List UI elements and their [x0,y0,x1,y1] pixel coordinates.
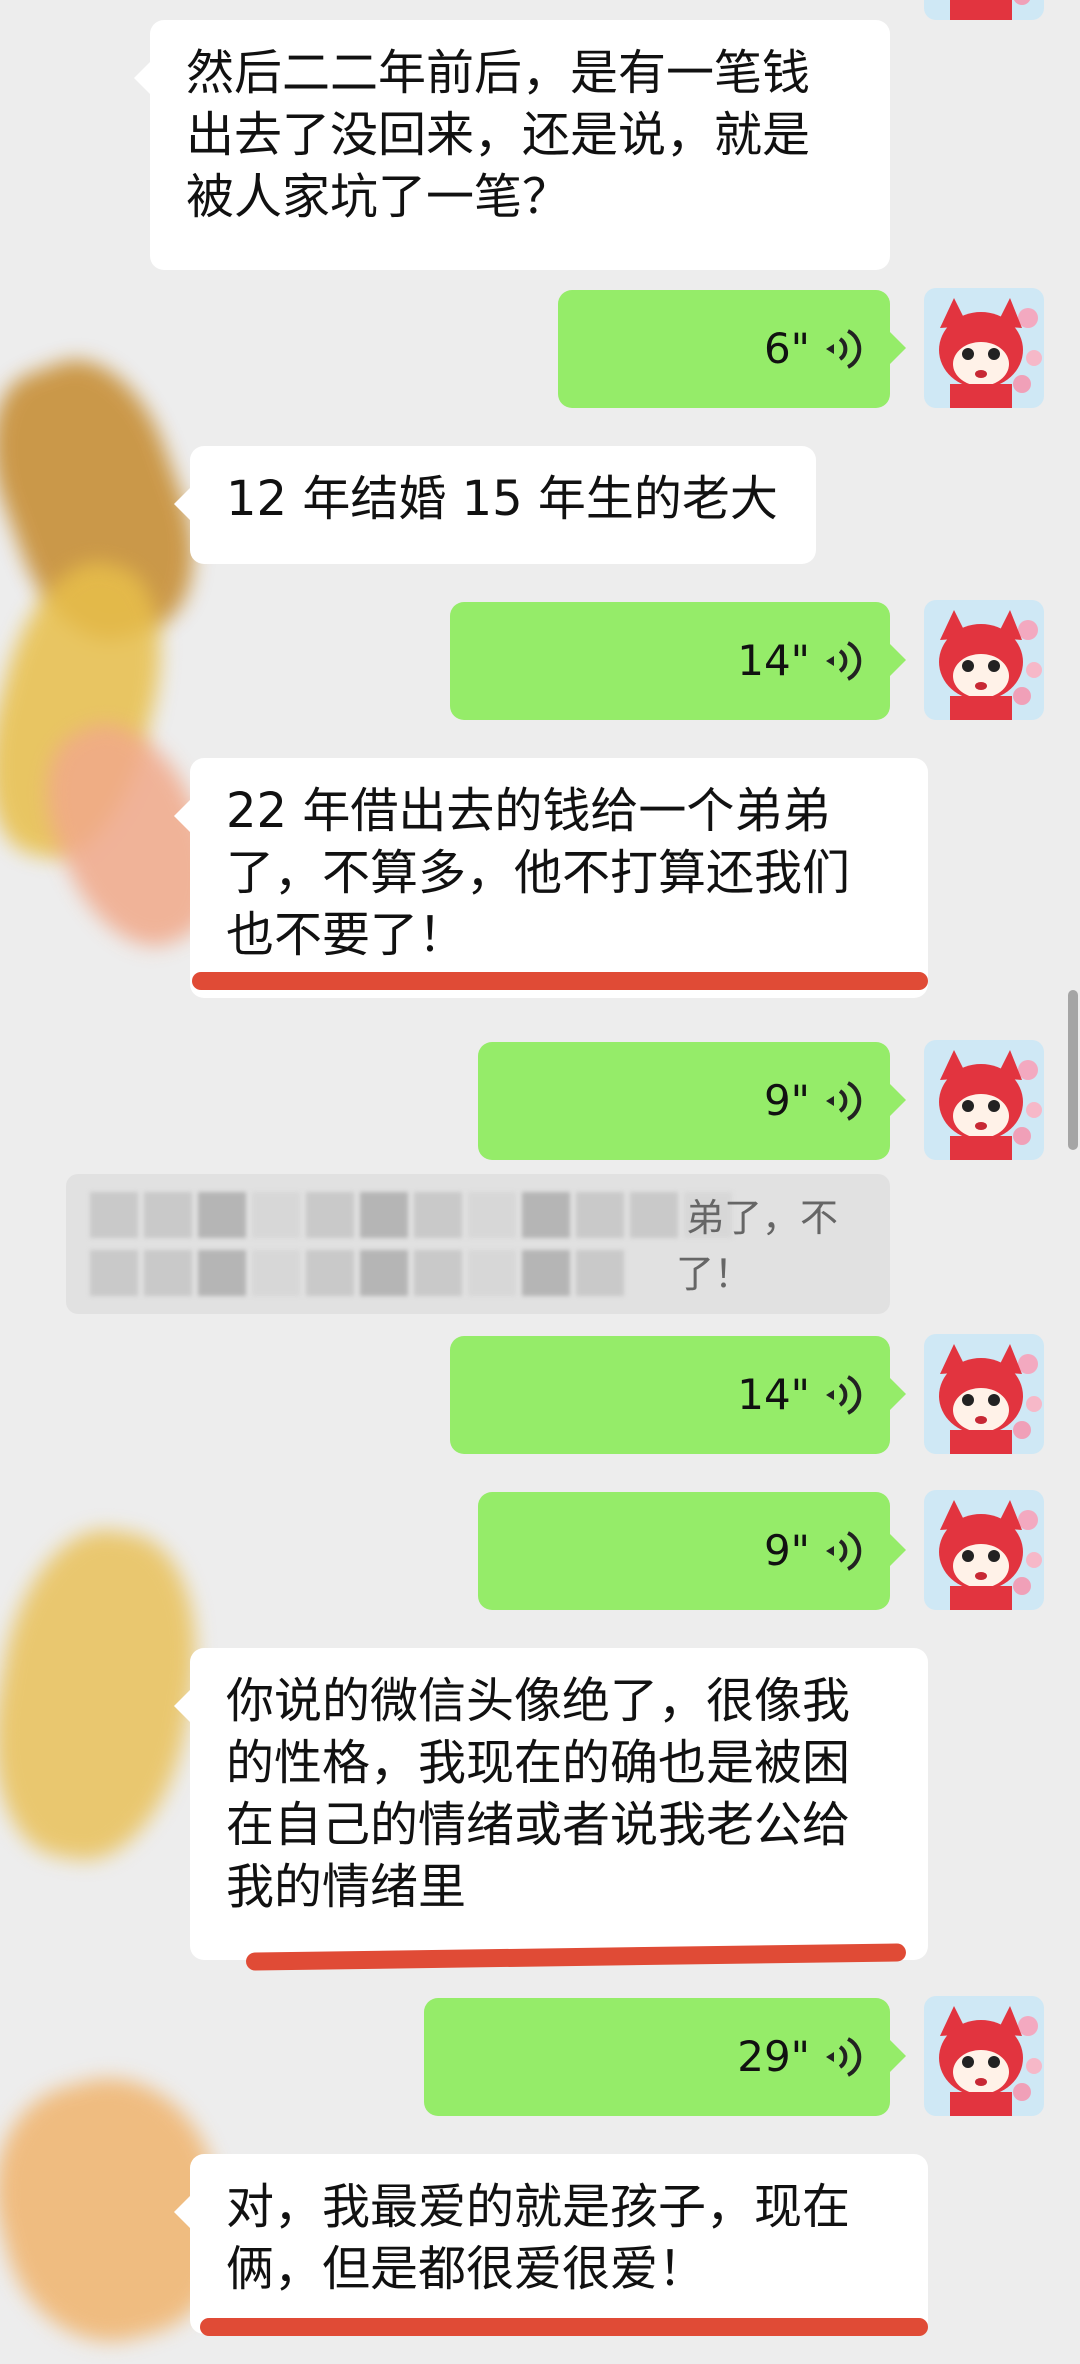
voice-wave-icon [826,329,862,369]
voice-wave-icon [826,1081,862,1121]
voice-duration: 29" [737,2032,810,2081]
voice-message[interactable]: 9" [478,1042,906,1160]
voice-duration: 9" [763,1076,810,1125]
voice-message[interactable]: 14" [450,602,906,720]
scroll-indicator[interactable] [1068,990,1078,1150]
incoming-message[interactable]: 对，我最爱的就是孩子，现在 俩，但是都很爱很爱！ [174,2154,928,2334]
red-underline [192,972,928,990]
red-fox-avatar-icon [924,1490,1044,1610]
quoted-text: 了！ [676,1252,753,1296]
voice-wave-icon [826,1531,862,1571]
avatar[interactable] [924,1490,1044,1610]
incoming-message[interactable]: 22 年借出去的钱给一个弟弟 了，不算多，他不打算还我们 也不要了！ [174,758,928,998]
voice-message[interactable]: 6" [558,290,906,408]
voice-duration: 6" [763,324,810,373]
voice-wave-icon [826,2037,862,2077]
message-line: 你说的微信头像绝了，很像我 [226,1673,851,1729]
quoted-text: 弟了，不 [686,1196,839,1240]
message-line: 出去了没回来，还是说，就是 [186,107,811,163]
avatar[interactable] [924,1334,1044,1454]
avatar[interactable] [924,1040,1044,1160]
message-line: 然后二二年前后，是有一笔钱 [186,45,811,101]
voice-message[interactable]: 29" [424,1998,906,2116]
message-line: 在自己的情绪或者说我老公给 [226,1797,851,1853]
avatar[interactable] [924,0,1044,20]
avatar[interactable] [924,288,1044,408]
message-line: 也不要了！ [226,907,467,963]
message-line: 我的情绪里 [226,1859,467,1915]
red-fox-avatar-icon [924,1996,1044,2116]
avatar[interactable] [924,600,1044,720]
avatar[interactable] [924,1996,1044,2116]
quoted-message[interactable]: 弟了，不 了！ [66,1174,890,1314]
message-line: 对，我最爱的就是孩子，现在 [226,2179,851,2235]
message-line: 了，不算多，他不打算还我们 [226,845,851,901]
voice-wave-icon [826,641,862,681]
red-fox-avatar-icon [924,1040,1044,1160]
incoming-message[interactable]: 12 年结婚 15 年生的老大 [174,446,816,564]
message-line: 的性格，我现在的确也是被困 [226,1735,851,1791]
pixelated-blur [90,1192,750,1302]
red-fox-avatar-icon [924,0,1044,20]
message-line: 12 年结婚 15 年生的老大 [226,471,778,527]
message-line: 被人家坑了一笔？ [186,169,571,225]
message-line: 22 年借出去的钱给一个弟弟 [226,783,831,839]
voice-duration: 14" [737,1370,810,1419]
message-line: 俩，但是都很爱很爱！ [226,2241,707,2297]
voice-duration: 9" [763,1526,810,1575]
red-fox-avatar-icon [924,288,1044,408]
red-underline [200,2318,928,2336]
voice-message[interactable]: 9" [478,1492,906,1610]
voice-message[interactable]: 14" [450,1336,906,1454]
incoming-message[interactable]: 然后二二年前后，是有一笔钱 出去了没回来，还是说，就是 被人家坑了一笔？ [134,20,890,270]
incoming-message[interactable]: 你说的微信头像绝了，很像我 的性格，我现在的确也是被困 在自己的情绪或者说我老公… [174,1648,928,1960]
red-fox-avatar-icon [924,1334,1044,1454]
voice-duration: 14" [737,636,810,685]
voice-wave-icon [826,1375,862,1415]
red-fox-avatar-icon [924,600,1044,720]
